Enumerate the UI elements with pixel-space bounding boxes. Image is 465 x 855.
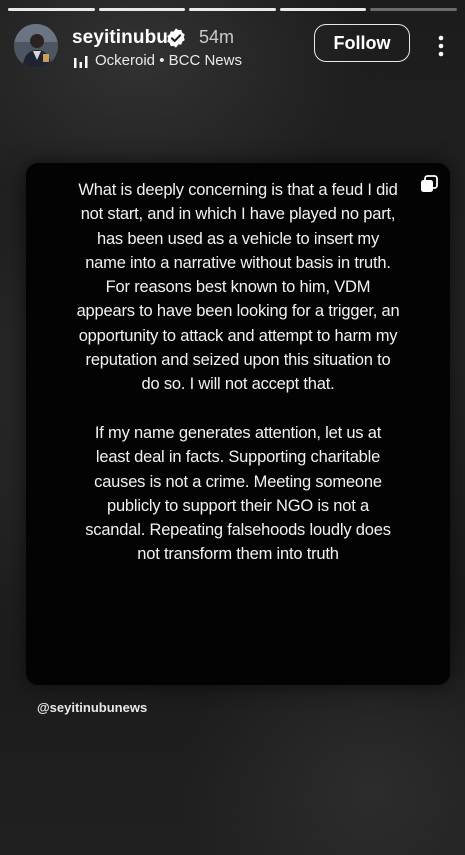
statement-paragraph-1: What is deeply concerning is that a feud… [76,181,400,394]
story-progress-bar [8,8,457,11]
follow-button[interactable]: Follow [314,24,410,62]
quote-card: What is deeply concerning is that a feud… [26,163,450,685]
story-header: seyitinubu 54m Ockeroid • BCC News Follo… [0,22,465,74]
progress-segment [98,8,186,11]
post-time: 54m [199,27,235,47]
avatar[interactable] [14,24,58,68]
progress-segment [370,8,457,11]
audio-bars-icon [74,56,88,68]
username[interactable]: seyitinubu [72,27,168,49]
vertical-ellipsis-icon[interactable] [434,34,448,58]
progress-segment [279,8,367,11]
carousel-icon [421,175,438,192]
progress-segment [189,8,276,11]
statement-text: What is deeply concerning is that a feud… [76,178,400,591]
statement-paragraph-2: If my name generates attention, let us a… [85,423,391,564]
progress-segment [8,8,95,11]
mention-sticker[interactable]: @seyitinubunews [37,700,147,715]
audio-label[interactable]: Ockeroid • BCC News [95,52,242,69]
verified-badge-icon [167,28,185,48]
